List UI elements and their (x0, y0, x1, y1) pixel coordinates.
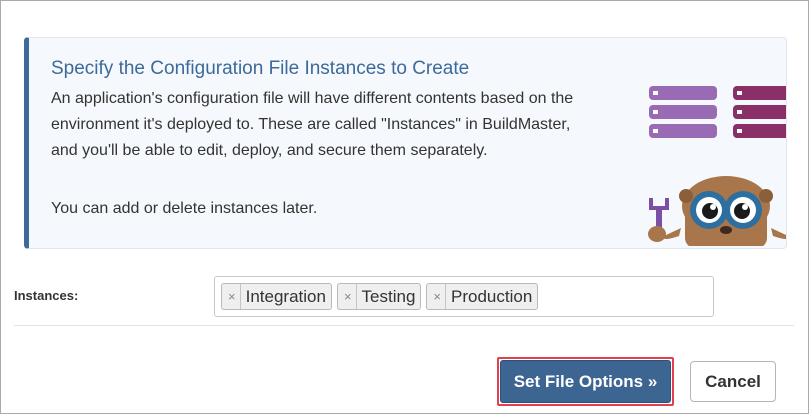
tag-label: Production (451, 286, 533, 306)
set-file-options-button[interactable]: Set File Options » (500, 360, 671, 403)
server-stack-right-icon (733, 86, 786, 138)
wrench-icon (649, 198, 669, 230)
tag-testing: × Testing (336, 283, 422, 310)
server-stack-left-icon (649, 86, 717, 138)
otter-nose (720, 226, 732, 234)
remove-tag-icon[interactable]: × (228, 284, 241, 309)
instances-tag-input[interactable]: × Integration × Testing × Production (214, 276, 714, 317)
tag-production: × Production (426, 283, 539, 310)
cancel-button[interactable]: Cancel (690, 361, 776, 402)
instances-label: Instances: (14, 288, 79, 303)
otter-mascot-illustration (648, 86, 786, 246)
tag-label: Testing (361, 286, 416, 306)
tag-label: Integration (245, 286, 326, 306)
divider (14, 325, 794, 326)
remove-tag-icon[interactable]: × (433, 284, 446, 309)
info-description: An application's configuration file will… (51, 90, 574, 159)
dialog-frame: Specify the Configuration File Instances… (0, 0, 809, 414)
info-note: You can add or delete instances later. (51, 200, 318, 217)
info-panel: Specify the Configuration File Instances… (24, 37, 787, 249)
info-title: Specify the Configuration File Instances… (51, 58, 470, 79)
tag-integration: × Integration (221, 283, 332, 310)
remove-tag-icon[interactable]: × (344, 284, 357, 309)
